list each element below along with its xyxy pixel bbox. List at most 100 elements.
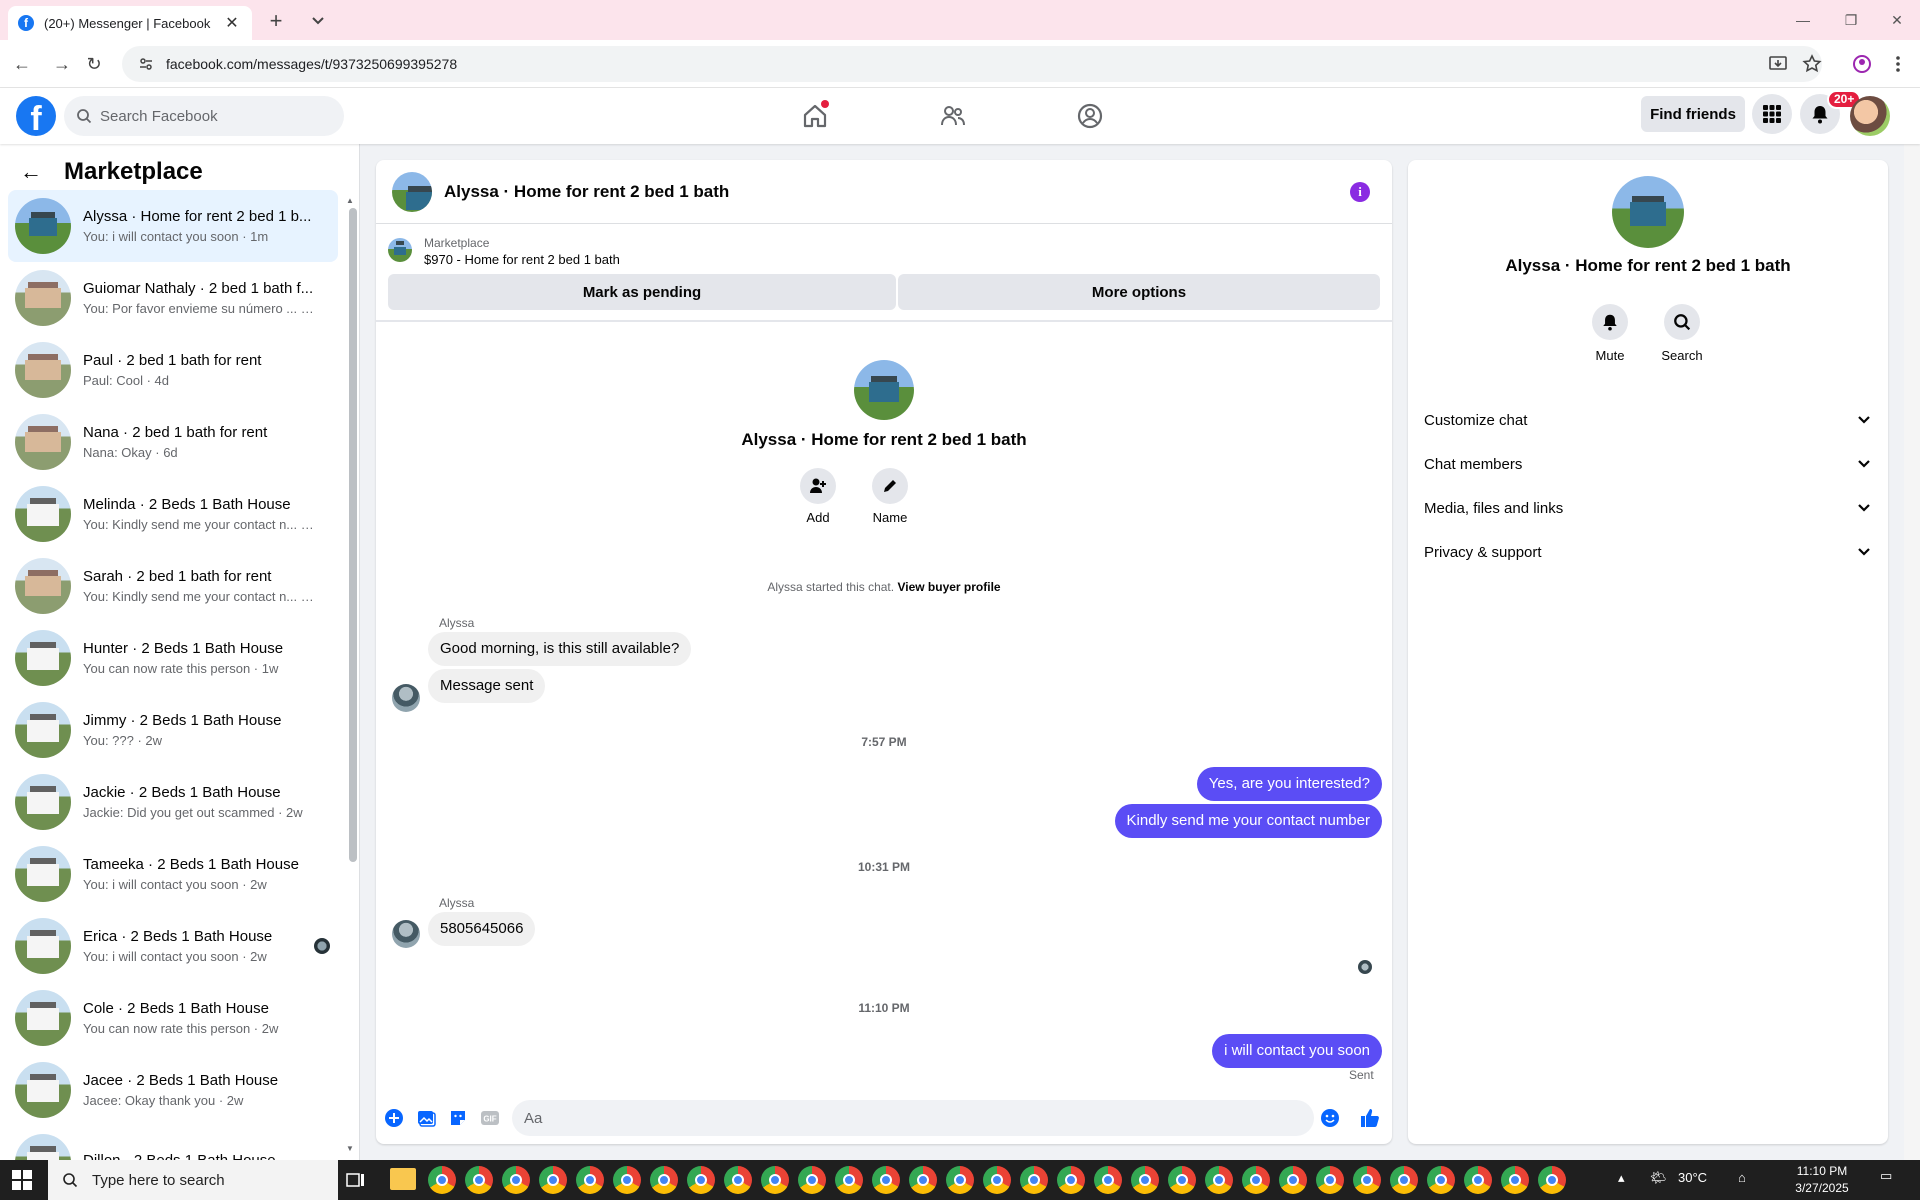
chrome-taskbar-icon[interactable] — [724, 1166, 752, 1194]
info-section-row[interactable]: Media, files and links — [1424, 490, 1872, 526]
profile-nav-button[interactable] — [1034, 96, 1146, 136]
outgoing-message[interactable]: Kindly send me your contact number — [1114, 804, 1382, 838]
weather-temp[interactable]: 30°C — [1678, 1170, 1707, 1185]
incoming-message[interactable]: Good morning, is this still available? — [428, 632, 692, 666]
tray-overflow-icon[interactable]: ▴ — [1618, 1170, 1625, 1186]
chrome-taskbar-icon[interactable] — [761, 1166, 789, 1194]
facebook-logo-icon[interactable]: f — [16, 96, 56, 136]
chat-list-item[interactable]: Dillon · 2 Beds 1 Bath House — [8, 1126, 338, 1160]
incoming-message[interactable]: Message sent — [428, 669, 546, 703]
chat-list-item[interactable]: Hunter · 2 Beds 1 Bath House You can now … — [8, 622, 338, 694]
chrome-taskbar-icon[interactable] — [1390, 1166, 1418, 1194]
new-tab-button[interactable]: + — [262, 8, 290, 36]
conversation-title[interactable]: Alyssa · Home for rent 2 bed 1 bath — [444, 182, 729, 202]
info-icon[interactable]: i — [1350, 182, 1370, 202]
info-section-row[interactable]: Customize chat — [1424, 402, 1872, 438]
install-app-icon[interactable] — [1766, 52, 1790, 76]
chat-list-item[interactable]: Erica · 2 Beds 1 Bath House You: i will c… — [8, 910, 338, 982]
facebook-search-input[interactable] — [100, 107, 330, 125]
info-section-row[interactable]: Privacy & support — [1424, 534, 1872, 570]
add-people-button[interactable] — [800, 468, 836, 504]
chrome-taskbar-icon[interactable] — [1353, 1166, 1381, 1194]
browser-tab[interactable]: f (20+) Messenger | Facebook ✕ — [8, 6, 252, 40]
chat-list-item[interactable]: Jimmy · 2 Beds 1 Bath House You: ??? · 2w — [8, 694, 338, 766]
chrome-taskbar-icon[interactable] — [983, 1166, 1011, 1194]
chat-list-item[interactable]: Melinda · 2 Beds 1 Bath House You: Kindly… — [8, 478, 338, 550]
restore-button[interactable]: ❐ — [1836, 8, 1866, 32]
friends-nav-button[interactable] — [897, 96, 1009, 136]
search-in-conversation-button[interactable] — [1664, 304, 1700, 340]
address-bar[interactable]: facebook.com/messages/t/9373250699395278 — [122, 46, 1822, 82]
chrome-taskbar-icon[interactable] — [1020, 1166, 1048, 1194]
forward-button[interactable]: → — [50, 52, 74, 76]
bookmark-star-icon[interactable] — [1800, 52, 1824, 76]
chrome-taskbar-icon[interactable] — [613, 1166, 641, 1194]
site-info-icon[interactable] — [138, 56, 154, 72]
plus-icon[interactable] — [384, 1108, 404, 1128]
chrome-taskbar-icon[interactable] — [1057, 1166, 1085, 1194]
info-section-row[interactable]: Chat members — [1424, 446, 1872, 482]
menu-button[interactable] — [1752, 94, 1792, 134]
browser-menu-icon[interactable] — [1886, 52, 1910, 76]
chat-list-item[interactable]: Nana · 2 bed 1 bath for rent Nana: Okay ·… — [8, 406, 338, 478]
chrome-taskbar-icon[interactable] — [946, 1166, 974, 1194]
sender-avatar[interactable] — [392, 920, 420, 948]
back-button[interactable]: ← — [10, 52, 34, 76]
profile-icon[interactable] — [1850, 52, 1874, 76]
listing-thumbnail[interactable] — [388, 238, 412, 262]
photo-icon[interactable] — [416, 1108, 436, 1128]
file-explorer-icon[interactable] — [390, 1168, 416, 1190]
chrome-taskbar-icon[interactable] — [1168, 1166, 1196, 1194]
chrome-taskbar-icon[interactable] — [1501, 1166, 1529, 1194]
chrome-taskbar-icon[interactable] — [1131, 1166, 1159, 1194]
chat-list-item[interactable]: Paul · 2 bed 1 bath for rent Paul: Cool ·… — [8, 334, 338, 406]
chrome-taskbar-icon[interactable] — [835, 1166, 863, 1194]
chat-list-item[interactable]: Alyssa · Home for rent 2 bed 1 b... You: … — [8, 190, 338, 262]
minimize-button[interactable]: — — [1788, 8, 1818, 32]
search-action[interactable]: Search — [1652, 304, 1712, 363]
page-scrollbar[interactable] — [1904, 88, 1920, 1160]
thumbs-up-icon[interactable] — [1358, 1106, 1382, 1130]
chat-list-item[interactable]: Tameeka · 2 Beds 1 Bath House You: i will… — [8, 838, 338, 910]
chat-list-scrollbar[interactable] — [349, 208, 357, 862]
outgoing-message[interactable]: Yes, are you interested? — [1196, 767, 1382, 801]
chrome-taskbar-icon[interactable] — [798, 1166, 826, 1194]
find-friends-button[interactable]: Find friends — [1641, 96, 1745, 132]
chrome-taskbar-icon[interactable] — [1538, 1166, 1566, 1194]
close-window-button[interactable]: ✕ — [1882, 8, 1912, 32]
notification-center-icon[interactable]: ▭ — [1880, 1168, 1892, 1184]
chat-list-item[interactable]: Cole · 2 Beds 1 Bath House You can now ra… — [8, 982, 338, 1054]
close-tab-icon[interactable]: ✕ — [222, 13, 242, 33]
mute-action[interactable]: Mute — [1580, 304, 1640, 363]
listing-title[interactable]: $970 - Home for rent 2 bed 1 bath — [424, 252, 620, 267]
chrome-taskbar-icon[interactable] — [687, 1166, 715, 1194]
network-icon[interactable]: ⌂ — [1738, 1170, 1746, 1185]
chat-list-item[interactable]: Sarah · 2 bed 1 bath for rent You: Kindly… — [8, 550, 338, 622]
incoming-message[interactable]: 5805645066 — [428, 912, 536, 946]
sticker-icon[interactable] — [448, 1108, 468, 1128]
chrome-taskbar-icon[interactable] — [502, 1166, 530, 1194]
chrome-taskbar-icon[interactable] — [465, 1166, 493, 1194]
chat-list-item[interactable]: Jackie · 2 Beds 1 Bath House Jackie: Did … — [8, 766, 338, 838]
mute-button[interactable] — [1592, 304, 1628, 340]
facebook-search[interactable] — [64, 96, 344, 136]
chat-list-item[interactable]: Jacee · 2 Beds 1 Bath House Jacee: Okay t… — [8, 1054, 338, 1126]
taskbar-clock[interactable]: 11:10 PM 3/27/2025 — [1776, 1163, 1868, 1197]
chrome-taskbar-icon[interactable] — [1279, 1166, 1307, 1194]
info-avatar[interactable] — [1612, 176, 1684, 248]
taskbar-search[interactable]: Type here to search — [48, 1160, 338, 1200]
chrome-taskbar-icon[interactable] — [576, 1166, 604, 1194]
conversation-avatar[interactable] — [392, 171, 432, 212]
chrome-taskbar-icon[interactable] — [1427, 1166, 1455, 1194]
sender-avatar[interactable] — [392, 684, 420, 712]
chrome-taskbar-icon[interactable] — [872, 1166, 900, 1194]
chrome-taskbar-icon[interactable] — [1464, 1166, 1492, 1194]
gif-icon[interactable]: GIF — [480, 1108, 500, 1128]
chrome-taskbar-icon[interactable] — [539, 1166, 567, 1194]
edit-name-button[interactable] — [872, 468, 908, 504]
home-nav-button[interactable] — [759, 96, 871, 136]
back-arrow-icon[interactable]: ← — [20, 159, 42, 185]
emoji-icon[interactable] — [1320, 1108, 1340, 1128]
account-avatar[interactable] — [1850, 96, 1890, 136]
chrome-taskbar-icon[interactable] — [428, 1166, 456, 1194]
